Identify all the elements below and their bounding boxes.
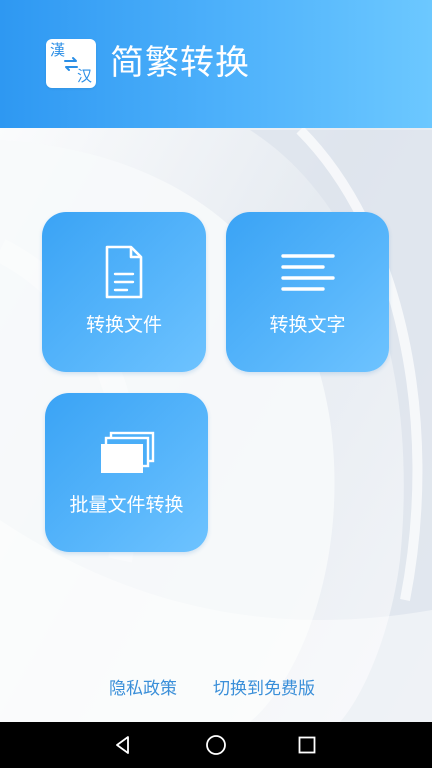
back-button[interactable] (93, 722, 153, 768)
convert-text-label: 转换文字 (269, 314, 346, 336)
app-logo: 漢 汉 (46, 39, 96, 88)
app-header: 漢 汉 简繁转换 (0, 0, 432, 128)
stacked-files-icon (100, 431, 154, 473)
footer-links: 隐私政策 切换到免费版 (0, 676, 432, 702)
app-title: 简繁转换 (110, 43, 250, 83)
switch-free-version-link[interactable]: 切换到免费版 (213, 676, 315, 702)
convert-file-label: 转换文件 (85, 314, 162, 336)
home-button[interactable] (186, 722, 246, 768)
batch-convert-tile[interactable]: 批量文件转换 (45, 393, 208, 552)
convert-text-tile[interactable]: 转换文字 (226, 212, 389, 372)
convert-file-tile[interactable]: 转换文件 (42, 212, 206, 372)
recents-button[interactable] (277, 722, 337, 768)
back-triangle-icon (116, 736, 129, 754)
system-nav-bar (0, 722, 432, 768)
recents-square-icon (298, 736, 316, 754)
home-circle-icon (206, 735, 226, 755)
document-icon (105, 245, 143, 299)
logo-simplified-char: 汉 (76, 67, 92, 85)
batch-convert-label: 批量文件转换 (69, 494, 184, 516)
privacy-policy-link[interactable]: 隐私政策 (109, 676, 177, 702)
text-lines-icon (280, 254, 335, 291)
app-screen: 漢 汉 简繁转换 转换文件 转换文字 批量文件转换 隐私政策 切换到免费版 (0, 0, 432, 768)
